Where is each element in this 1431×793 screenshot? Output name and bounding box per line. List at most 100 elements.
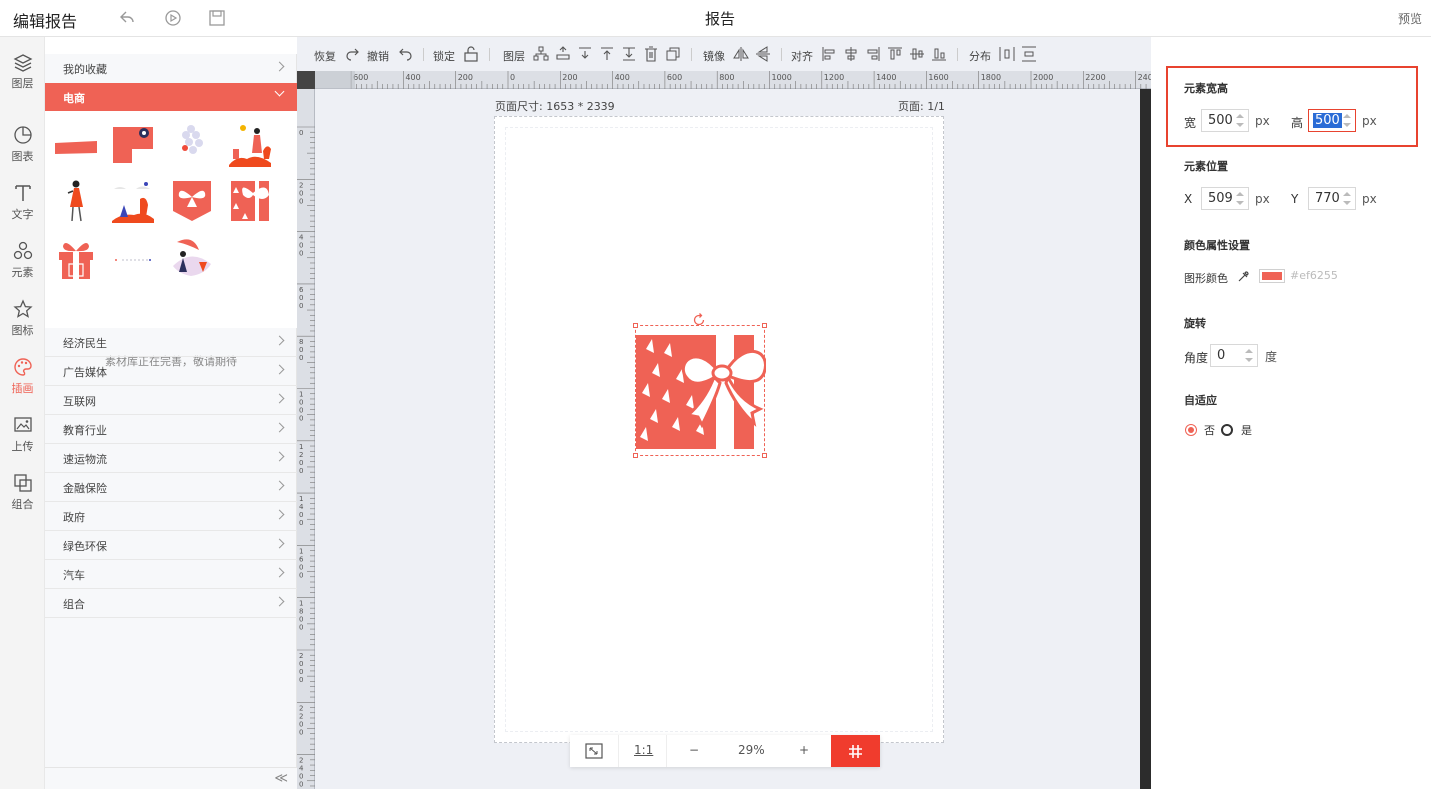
asset-plants-landscape[interactable] bbox=[110, 179, 156, 223]
rail-item-group[interactable]: 组合 bbox=[0, 459, 45, 517]
category-row[interactable]: 教育行业 bbox=[45, 415, 297, 444]
asset-dotted-line[interactable] bbox=[110, 236, 156, 280]
ruler-label: 200 bbox=[562, 73, 577, 82]
layer-bring-forward-icon[interactable] bbox=[555, 46, 571, 62]
zoom-out-button[interactable]: − bbox=[666, 735, 722, 767]
category-row[interactable]: 速运物流 bbox=[45, 444, 297, 473]
asset-woman-walking[interactable] bbox=[53, 179, 99, 223]
shape-color-swatch[interactable] bbox=[1259, 269, 1285, 283]
asset-gift-tag[interactable] bbox=[169, 179, 215, 223]
height-input[interactable]: 500 bbox=[1308, 109, 1356, 132]
category-row[interactable]: 互联网 bbox=[45, 386, 297, 415]
category-row[interactable]: 绿色环保 bbox=[45, 531, 297, 560]
ruler-horizontal[interactable]: 600 400 200 0 200 400 600 800 1000 1200 1400 1600 18… bbox=[315, 71, 1158, 89]
spin-down-icon[interactable] bbox=[1245, 358, 1253, 362]
layer-tree-icon[interactable] bbox=[533, 46, 549, 62]
distribute-button[interactable]: 分布 bbox=[969, 37, 997, 71]
lock-button[interactable]: 锁定 bbox=[433, 37, 483, 71]
resize-handle-bottom-right[interactable] bbox=[762, 453, 767, 458]
play-icon[interactable] bbox=[164, 9, 182, 27]
zoom-level: 29% bbox=[738, 743, 765, 757]
redo-button[interactable]: 恢复 bbox=[314, 37, 364, 71]
width-input[interactable]: 500 bbox=[1201, 109, 1249, 132]
rail-item-elements[interactable]: 元素 bbox=[0, 227, 45, 285]
asset-woman-tropical[interactable] bbox=[169, 236, 215, 280]
toggle-grid-button[interactable] bbox=[831, 735, 880, 767]
align-right-icon[interactable] bbox=[865, 46, 881, 62]
spin-down-icon[interactable] bbox=[1343, 123, 1351, 127]
x-input[interactable]: 509 bbox=[1201, 187, 1249, 210]
align-center-vertical-icon[interactable] bbox=[909, 46, 925, 62]
flip-vertical-icon[interactable] bbox=[755, 46, 771, 62]
fit-screen-button[interactable] bbox=[570, 735, 618, 767]
flip-horizontal-icon[interactable] bbox=[733, 46, 749, 62]
asset-gift-box-open[interactable] bbox=[53, 236, 99, 280]
layer-bring-to-front-icon[interactable] bbox=[599, 46, 615, 62]
adaptive-yes-radio[interactable] bbox=[1221, 424, 1233, 436]
adaptive-no-radio[interactable] bbox=[1185, 424, 1197, 436]
rail-item-icons[interactable]: 图标 bbox=[0, 285, 45, 343]
ruler-label-digit: 0 bbox=[299, 189, 303, 197]
rail-item-illustration[interactable]: 插画 bbox=[0, 343, 45, 401]
resize-handle-bottom-left[interactable] bbox=[633, 453, 638, 458]
canvas-scrollbar[interactable] bbox=[1140, 89, 1151, 789]
y-input[interactable]: 770 bbox=[1308, 187, 1356, 210]
delete-icon[interactable] bbox=[643, 46, 659, 62]
spin-up-icon[interactable] bbox=[1236, 192, 1244, 196]
spin-up-icon[interactable] bbox=[1343, 114, 1351, 118]
layer-button[interactable]: 图层 bbox=[503, 37, 533, 71]
rail-item-upload[interactable]: 上传 bbox=[0, 401, 45, 459]
align-left-icon[interactable] bbox=[821, 46, 837, 62]
preview-button[interactable]: 预览 bbox=[1398, 10, 1422, 27]
zoom-in-button[interactable]: + bbox=[785, 735, 831, 767]
resize-handle-top-right[interactable] bbox=[762, 323, 767, 328]
rail-item-chart[interactable]: 图表 bbox=[0, 111, 45, 169]
asset-banner-red[interactable] bbox=[53, 125, 99, 169]
undo-button[interactable]: 撤销 bbox=[367, 37, 419, 71]
category-row[interactable]: 经济民生 bbox=[45, 328, 297, 357]
align-bottom-icon[interactable] bbox=[931, 46, 947, 62]
mirror-button[interactable]: 镜像 bbox=[703, 37, 731, 71]
copy-icon[interactable] bbox=[665, 46, 681, 62]
align-top-icon[interactable] bbox=[887, 46, 903, 62]
asset-woman-plants[interactable] bbox=[227, 123, 273, 167]
save-icon[interactable] bbox=[208, 9, 226, 27]
asset-grid: 素材库正在完善，敬请期待 bbox=[45, 111, 297, 368]
rail-item-layers[interactable]: 图层 bbox=[0, 37, 45, 95]
category-row[interactable]: 组合 bbox=[45, 589, 297, 618]
asset-balloon-cluster[interactable] bbox=[169, 123, 215, 167]
chevron-right-icon bbox=[274, 538, 285, 549]
category-row[interactable]: 汽车 bbox=[45, 560, 297, 589]
layer-send-to-back-icon[interactable] bbox=[621, 46, 637, 62]
resize-handle-top-left[interactable] bbox=[633, 323, 638, 328]
align-button[interactable]: 对齐 bbox=[791, 37, 819, 71]
undo-icon[interactable] bbox=[118, 9, 136, 27]
spin-down-icon[interactable] bbox=[1236, 123, 1244, 127]
collapse-panel-button[interactable]: ≪ bbox=[45, 767, 297, 789]
spin-up-icon[interactable] bbox=[1245, 349, 1253, 353]
align-center-horizontal-icon[interactable] bbox=[843, 46, 859, 62]
rail-label: 图层 bbox=[11, 77, 34, 90]
chevron-down-icon bbox=[274, 86, 285, 97]
rail-item-text[interactable]: 文字 bbox=[0, 169, 45, 227]
favorites-row[interactable]: 我的收藏 bbox=[45, 54, 297, 83]
category-row[interactable]: 政府 bbox=[45, 502, 297, 531]
selection-box[interactable] bbox=[633, 323, 767, 458]
spin-up-icon[interactable] bbox=[1343, 192, 1351, 196]
distribute-horizontal-icon[interactable] bbox=[999, 46, 1015, 62]
layer-send-backward-icon[interactable] bbox=[577, 46, 593, 62]
asset-red-shape-camera[interactable] bbox=[110, 125, 156, 169]
actual-size-button[interactable]: 1:1 bbox=[618, 735, 666, 767]
rotate-handle-icon[interactable] bbox=[692, 313, 706, 327]
category-row[interactable]: 广告媒体 bbox=[45, 357, 297, 386]
angle-input[interactable]: 0 bbox=[1210, 344, 1258, 367]
eyedropper-icon[interactable] bbox=[1237, 269, 1251, 283]
distribute-vertical-icon[interactable] bbox=[1021, 46, 1037, 62]
spin-down-icon[interactable] bbox=[1236, 201, 1244, 205]
category-row[interactable]: 金融保险 bbox=[45, 473, 297, 502]
spin-down-icon[interactable] bbox=[1343, 201, 1351, 205]
ruler-vertical[interactable]: 0200400600800100012001400160018002000220… bbox=[297, 89, 315, 789]
spin-up-icon[interactable] bbox=[1236, 114, 1244, 118]
category-ecommerce[interactable]: 电商 bbox=[45, 83, 297, 111]
asset-gift-box[interactable] bbox=[227, 179, 273, 223]
